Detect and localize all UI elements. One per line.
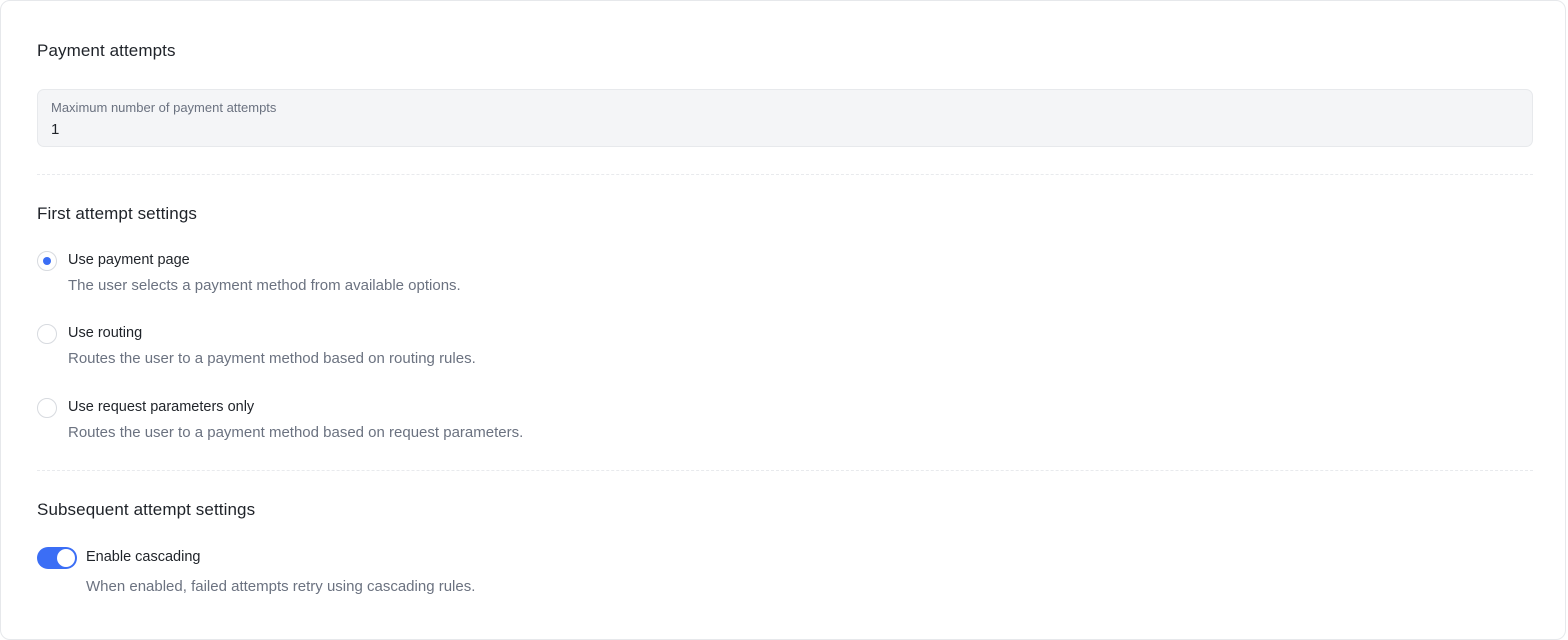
option-use-request-parameters[interactable]: Use request parameters only Routes the u… — [37, 398, 737, 448]
radio-button-checked[interactable] — [37, 251, 57, 271]
option-description: Routes the user to a payment method base… — [68, 350, 476, 367]
option-label: Use payment page — [68, 252, 190, 268]
option-label: Use request parameters only — [68, 399, 255, 415]
section-divider — [37, 470, 1533, 471]
max-attempts-input[interactable]: 1 — [51, 121, 59, 138]
toggle-label[interactable]: Enable cascading — [86, 549, 200, 565]
enable-cascading-toggle[interactable] — [37, 547, 77, 569]
toggle-description: When enabled, failed attempts retry usin… — [86, 578, 476, 595]
radio-button[interactable] — [37, 398, 57, 418]
option-label: Use routing — [68, 325, 143, 341]
option-description: Routes the user to a payment method base… — [68, 424, 524, 441]
section-divider — [37, 174, 1533, 175]
toggle-knob — [57, 549, 75, 567]
radio-button[interactable] — [37, 324, 57, 344]
max-attempts-field[interactable]: Maximum number of payment attempts 1 — [37, 89, 1533, 147]
subsequent-attempt-title: Subsequent attempt settings — [37, 500, 256, 519]
option-description: The user selects a payment method from a… — [68, 277, 461, 294]
cascading-setting: Enable cascading When enabled, failed at… — [37, 547, 737, 602]
option-use-payment-page[interactable]: Use payment page The user selects a paym… — [37, 251, 737, 301]
payment-settings-card: Payment attempts Maximum number of payme… — [0, 0, 1566, 640]
max-attempts-label: Maximum number of payment attempts — [51, 100, 277, 115]
option-use-routing[interactable]: Use routing Routes the user to a payment… — [37, 324, 737, 374]
first-attempt-title: First attempt settings — [37, 204, 197, 223]
payment-attempts-title: Payment attempts — [37, 41, 176, 60]
